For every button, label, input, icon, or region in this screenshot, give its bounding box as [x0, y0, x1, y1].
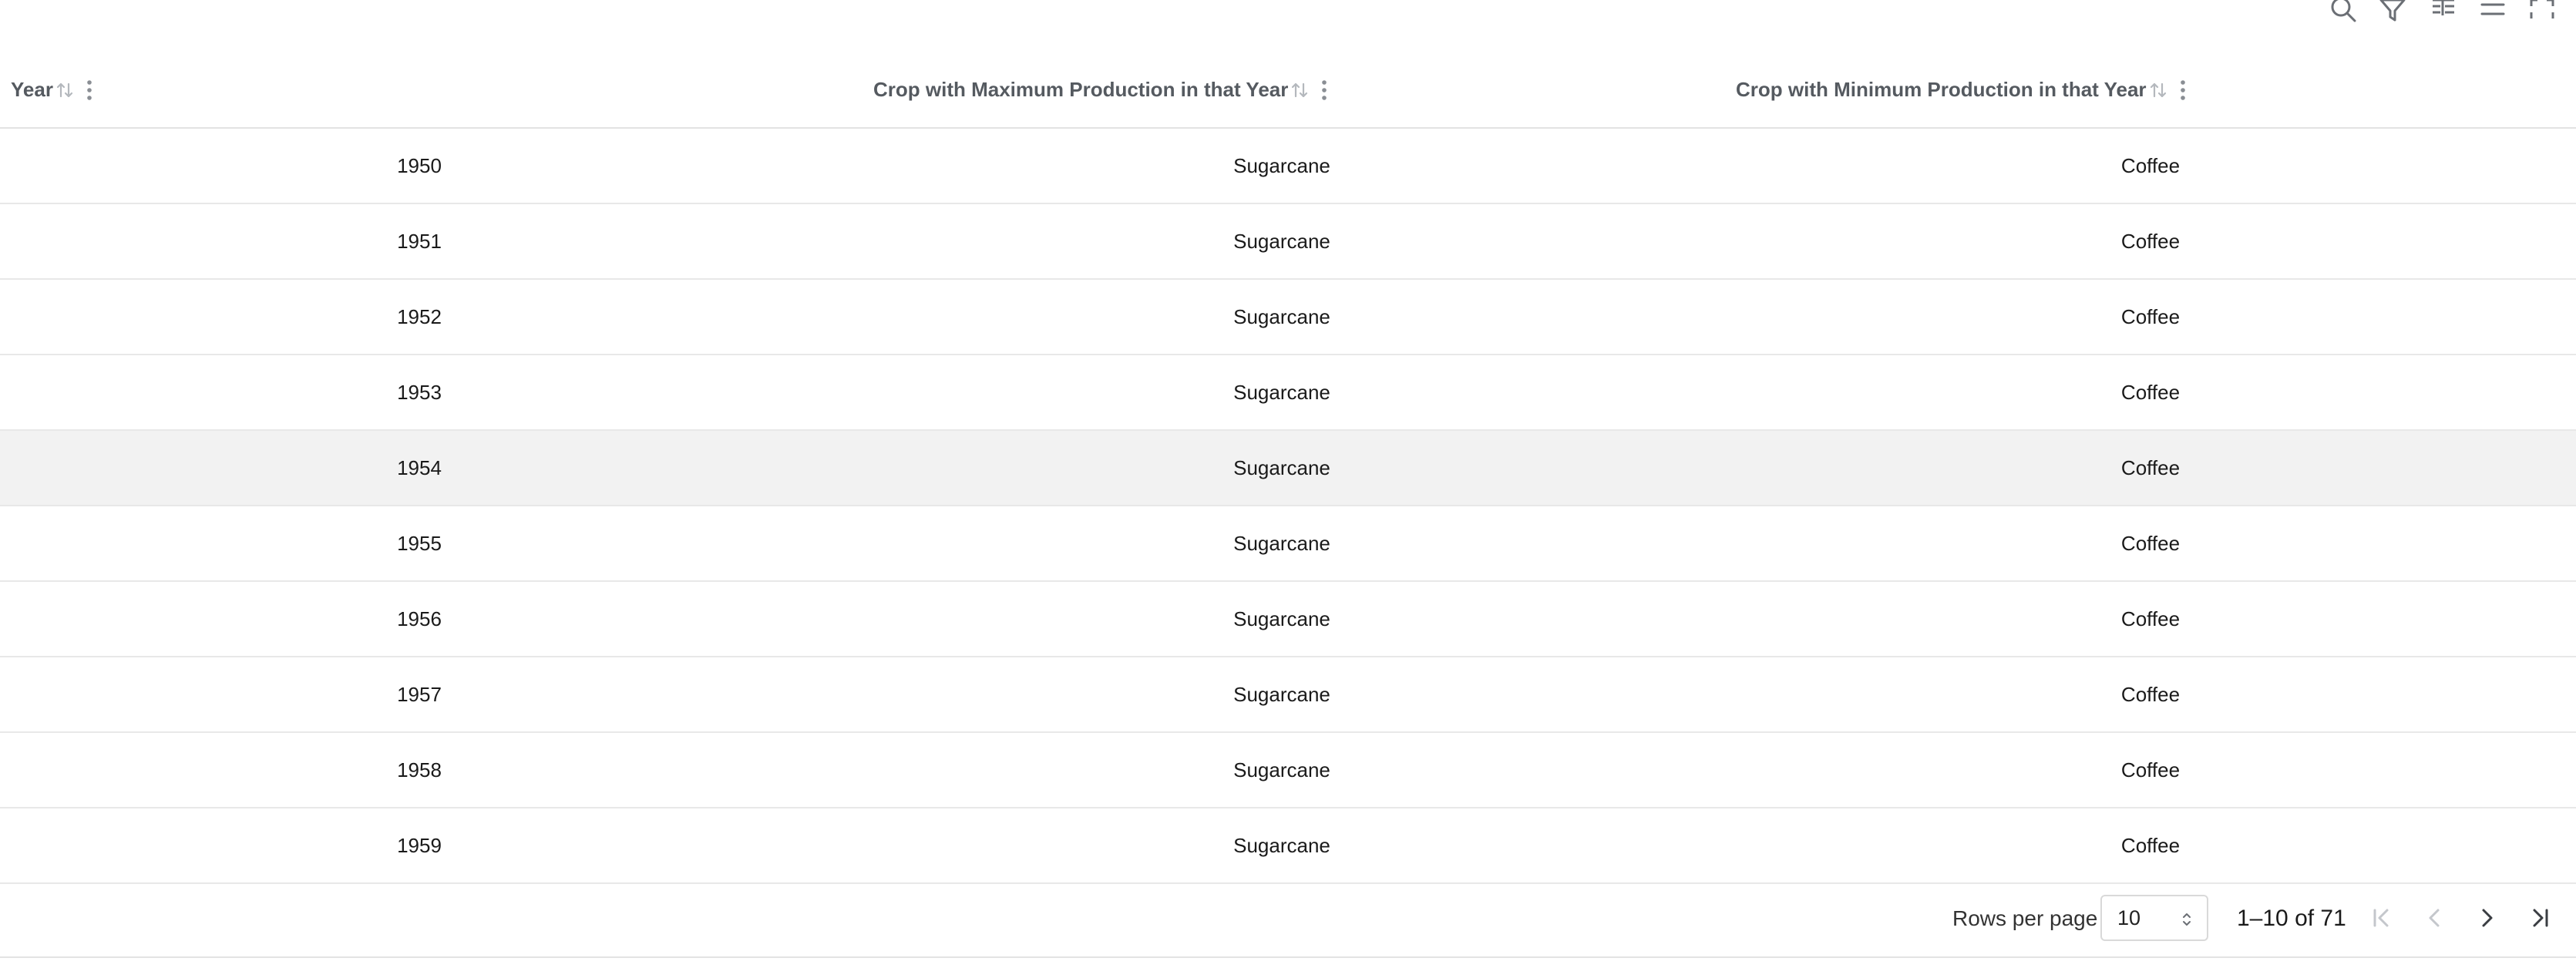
cell-year: 1956: [397, 607, 442, 630]
cell-year: 1953: [397, 380, 442, 404]
cell-max-crop: Sugarcane: [1233, 304, 1330, 328]
column-header-min-crop[interactable]: Crop with Minimum Production in that Yea…: [1736, 52, 2187, 127]
cell-year: 1957: [397, 682, 442, 706]
cell-year: 1959: [397, 833, 442, 857]
rows-per-page-select[interactable]: 10: [2100, 895, 2208, 941]
table-row[interactable]: 1955 Sugarcane Coffee: [0, 506, 2576, 582]
table-toolbar: [2314, 0, 2576, 25]
column-menu-icon[interactable]: [2179, 79, 2187, 102]
sort-icon[interactable]: [55, 80, 75, 100]
column-menu-icon[interactable]: [1320, 79, 1328, 102]
sort-icon[interactable]: [2148, 80, 2168, 100]
cell-year: 1950: [397, 153, 442, 177]
table-row[interactable]: 1959 Sugarcane Coffee: [0, 808, 2576, 884]
cell-min-crop: Coffee: [2120, 682, 2181, 706]
cell-min-crop: Coffee: [2120, 380, 2181, 404]
cell-max-crop: Sugarcane: [1233, 682, 1330, 706]
column-header-label: Year: [11, 78, 53, 101]
table-row[interactable]: 1952 Sugarcane Coffee: [0, 280, 2576, 355]
filter-icon[interactable]: [2376, 0, 2410, 26]
last-page-icon[interactable]: [2521, 899, 2558, 936]
cell-max-crop: Sugarcane: [1233, 531, 1330, 555]
cell-min-crop: Coffee: [2120, 229, 2181, 253]
table-row[interactable]: 1958 Sugarcane Coffee: [0, 733, 2576, 808]
cell-max-crop: Sugarcane: [1233, 833, 1330, 857]
column-menu-icon[interactable]: [86, 79, 93, 102]
rows-per-page-label: Rows per page: [1952, 906, 2098, 930]
cell-max-crop: Sugarcane: [1233, 380, 1330, 404]
density-icon[interactable]: [2476, 0, 2510, 26]
table-row[interactable]: 1951 Sugarcane Coffee: [0, 204, 2576, 280]
cell-min-crop: Coffee: [2120, 531, 2181, 555]
cell-year: 1958: [397, 758, 442, 781]
cell-min-crop: Coffee: [2120, 153, 2181, 177]
cell-year: 1954: [397, 455, 442, 479]
cell-min-crop: Coffee: [2120, 758, 2181, 781]
table-row[interactable]: 1956 Sugarcane Coffee: [0, 582, 2576, 657]
sort-icon[interactable]: [1290, 80, 1310, 100]
cell-year: 1951: [397, 229, 442, 253]
table-body: 1950 Sugarcane Coffee 1951 Sugarcane Cof…: [0, 129, 2576, 884]
cell-max-crop: Sugarcane: [1233, 607, 1330, 630]
cell-max-crop: Sugarcane: [1233, 758, 1330, 781]
table-header: Year Crop with Maximum Production in tha…: [0, 52, 2576, 129]
cell-max-crop: Sugarcane: [1233, 153, 1330, 177]
column-header-label: Crop with Minimum Production in that Yea…: [1736, 78, 2147, 101]
column-header-year[interactable]: Year: [11, 52, 93, 127]
table-row[interactable]: 1954 Sugarcane Coffee: [0, 431, 2576, 506]
table-row[interactable]: 1957 Sugarcane Coffee: [0, 657, 2576, 733]
next-page-icon[interactable]: [2468, 899, 2505, 936]
cell-year: 1955: [397, 531, 442, 555]
table-row[interactable]: 1953 Sugarcane Coffee: [0, 355, 2576, 431]
fullscreen-icon[interactable]: [2525, 0, 2559, 26]
data-table: Year Crop with Maximum Production in tha…: [0, 52, 2576, 884]
previous-page-icon[interactable]: [2416, 899, 2453, 936]
column-header-label: Crop with Maximum Production in that Yea…: [873, 78, 1289, 101]
cell-max-crop: Sugarcane: [1233, 229, 1330, 253]
pagination-footer: Rows per page 10 1–10 of 71: [0, 881, 2576, 958]
cell-max-crop: Sugarcane: [1233, 455, 1330, 479]
search-icon[interactable]: [2326, 0, 2360, 26]
cell-year: 1952: [397, 304, 442, 328]
cell-min-crop: Coffee: [2120, 304, 2181, 328]
rows-per-page-value: 10: [2117, 906, 2141, 929]
columns-icon[interactable]: [2426, 0, 2460, 26]
first-page-icon[interactable]: [2363, 899, 2400, 936]
pagination-range: 1–10 of 71: [2237, 906, 2346, 931]
table-row[interactable]: 1950 Sugarcane Coffee: [0, 129, 2576, 204]
chevron-up-down-icon: [2181, 910, 2193, 934]
cell-min-crop: Coffee: [2120, 833, 2181, 857]
column-header-max-crop[interactable]: Crop with Maximum Production in that Yea…: [873, 52, 1328, 127]
cell-min-crop: Coffee: [2120, 455, 2181, 479]
cell-min-crop: Coffee: [2120, 607, 2181, 630]
